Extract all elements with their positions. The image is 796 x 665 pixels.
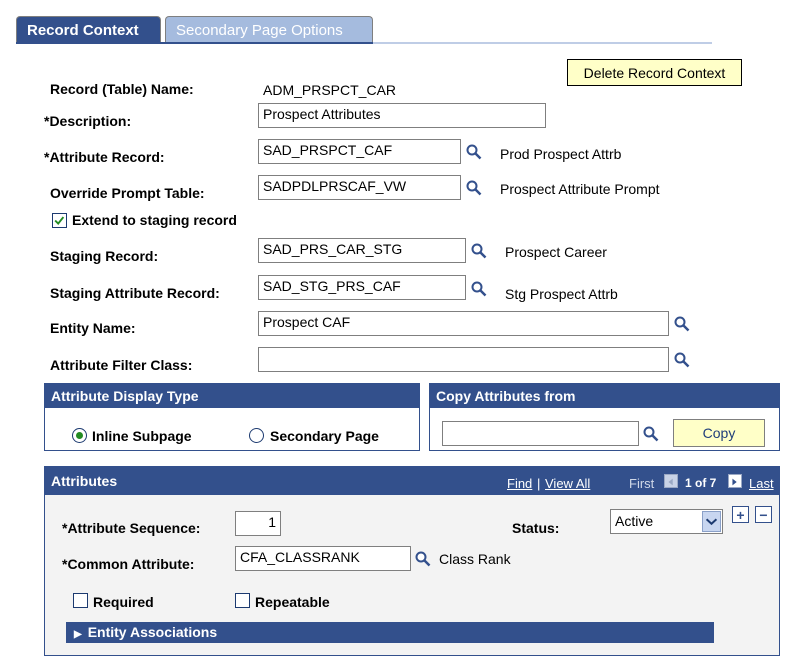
description-input[interactable]: Prospect Attributes <box>258 103 546 128</box>
delete-row-button[interactable]: − <box>755 506 772 523</box>
copy-attributes-lookup-icon[interactable] <box>642 425 660 443</box>
status-label: Status: <box>512 520 560 536</box>
staging-attribute-record-desc: Stg Prospect Attrb <box>505 286 618 302</box>
copy-attributes-group: Copy Attributes from Copy <box>429 383 780 451</box>
entity-name-lookup-icon[interactable] <box>673 315 691 333</box>
tab-underline-light <box>373 42 712 44</box>
repeatable-label: Repeatable <box>255 594 330 610</box>
arrow-left-icon <box>668 478 673 486</box>
last-link[interactable]: Last <box>749 476 774 491</box>
staging-attribute-record-input[interactable]: SAD_STG_PRS_CAF <box>258 275 466 300</box>
override-prompt-table-label: Override Prompt Table: <box>50 185 205 201</box>
override-prompt-table-lookup-icon[interactable] <box>465 179 483 197</box>
common-attribute-desc: Class Rank <box>439 551 511 567</box>
common-attribute-lookup-icon[interactable] <box>414 550 432 568</box>
entity-associations-label: Entity Associations <box>87 624 218 640</box>
checkmark-icon <box>54 216 65 225</box>
first-label: First <box>629 476 655 491</box>
find-link[interactable]: Find <box>507 476 532 491</box>
tab-secondary-page-options[interactable]: Secondary Page Options <box>165 16 373 43</box>
secondary-page-radio[interactable] <box>249 428 264 443</box>
override-prompt-table-desc: Prospect Attribute Prompt <box>500 181 660 197</box>
copy-attributes-title: Copy Attributes from <box>430 384 779 408</box>
tab-record-context[interactable]: Record Context <box>16 16 161 43</box>
staging-record-lookup-icon[interactable] <box>470 242 488 260</box>
record-table-name-label: Record (Table) Name: <box>50 81 194 97</box>
add-row-button[interactable]: + <box>732 506 749 523</box>
secondary-page-label: Secondary Page <box>270 428 379 444</box>
common-attribute-label: *Common Attribute: <box>62 556 195 572</box>
staging-attribute-record-label: Staging Attribute Record: <box>50 285 220 301</box>
staging-attribute-record-lookup-icon[interactable] <box>470 280 488 298</box>
status-select[interactable]: Active <box>610 509 723 534</box>
entity-name-label: Entity Name: <box>50 320 136 336</box>
status-value: Active <box>615 513 654 529</box>
copy-attributes-input[interactable] <box>442 421 639 446</box>
required-checkbox[interactable] <box>73 593 88 608</box>
staging-record-input[interactable]: SAD_PRS_CAR_STG <box>258 238 466 263</box>
attribute-filter-class-label: Attribute Filter Class: <box>50 357 193 373</box>
entity-associations-header[interactable]: ▶ Entity Associations <box>66 622 714 643</box>
record-table-name-value: ADM_PRSPCT_CAR <box>263 82 397 98</box>
entity-name-input[interactable]: Prospect CAF <box>258 311 669 336</box>
attribute-sequence-input[interactable]: 1 <box>235 511 281 536</box>
repeatable-checkbox[interactable] <box>235 593 250 608</box>
next-row-button[interactable] <box>728 474 742 488</box>
staging-record-label: Staging Record: <box>50 248 159 264</box>
attribute-record-desc: Prod Prospect Attrb <box>500 146 622 162</box>
extend-staging-label: Extend to staging record <box>72 212 237 228</box>
attribute-display-type-group: Attribute Display Type Inline Subpage Se… <box>44 383 420 451</box>
inline-subpage-label: Inline Subpage <box>92 428 192 444</box>
attribute-record-input[interactable]: SAD_PRSPCT_CAF <box>258 139 461 164</box>
common-attribute-input[interactable]: CFA_CLASSRANK <box>235 546 411 571</box>
previous-row-button[interactable] <box>664 474 678 488</box>
attribute-filter-class-input[interactable] <box>258 347 669 372</box>
attribute-filter-class-lookup-icon[interactable] <box>673 351 691 369</box>
attribute-display-type-title: Attribute Display Type <box>45 384 419 408</box>
link-separator: | <box>537 476 541 491</box>
arrow-right-icon <box>732 478 737 486</box>
copy-button[interactable]: Copy <box>673 419 765 447</box>
attribute-record-lookup-icon[interactable] <box>465 143 483 161</box>
attributes-group: Attributes Find | View All First 1 of 7 … <box>44 466 780 656</box>
extend-staging-checkbox[interactable] <box>52 213 67 228</box>
delete-record-context-button[interactable]: Delete Record Context <box>567 59 742 86</box>
attribute-record-label: *Attribute Record: <box>44 149 165 165</box>
chevron-down-icon <box>702 511 721 532</box>
attribute-sequence-label: *Attribute Sequence: <box>62 520 201 536</box>
view-all-link[interactable]: View All <box>545 476 590 491</box>
tab-label: Record Context <box>27 21 139 39</box>
inline-subpage-radio[interactable] <box>72 428 87 443</box>
row-position: 1 of 7 <box>685 476 717 490</box>
tab-label: Secondary Page Options <box>176 21 343 39</box>
required-label: Required <box>93 594 154 610</box>
triangle-right-icon: ▶ <box>74 629 82 640</box>
staging-record-desc: Prospect Career <box>505 244 607 260</box>
description-label: *Description: <box>44 113 132 129</box>
override-prompt-table-input[interactable]: SADPDLPRSCAF_VW <box>258 175 461 200</box>
